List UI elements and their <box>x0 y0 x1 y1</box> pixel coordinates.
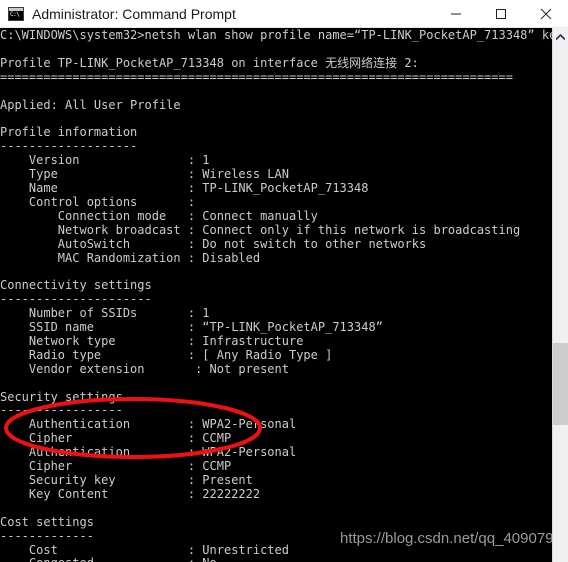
minimize-button[interactable] <box>433 0 478 28</box>
close-icon <box>540 8 551 19</box>
chevron-up-icon <box>556 33 565 40</box>
vertical-scrollbar[interactable] <box>552 28 568 562</box>
scrollbar-up-button[interactable] <box>553 28 568 45</box>
close-button[interactable] <box>523 0 568 28</box>
scrollbar-track[interactable] <box>553 45 568 562</box>
console-text: C:\WINDOWS\system32>netsh wlan show prof… <box>0 28 552 562</box>
command-prompt-icon: C:\ <box>8 6 24 21</box>
window-title: Administrator: Command Prompt <box>32 5 236 22</box>
icon-prompt-glyph: C:\ <box>10 10 20 18</box>
maximize-button[interactable] <box>478 0 523 28</box>
maximize-icon <box>495 8 506 19</box>
watermark-text: https://blog.csdn.net/qq_40907977 <box>340 530 568 547</box>
window-titlebar[interactable]: C:\ Administrator: Command Prompt <box>0 0 568 28</box>
command-prompt-window: C:\ Administrator: Command Prompt C:\WIN… <box>0 0 568 562</box>
minimize-icon <box>450 13 461 14</box>
console-output-area[interactable]: C:\WINDOWS\system32>netsh wlan show prof… <box>0 28 552 562</box>
scrollbar-thumb[interactable] <box>553 343 568 425</box>
